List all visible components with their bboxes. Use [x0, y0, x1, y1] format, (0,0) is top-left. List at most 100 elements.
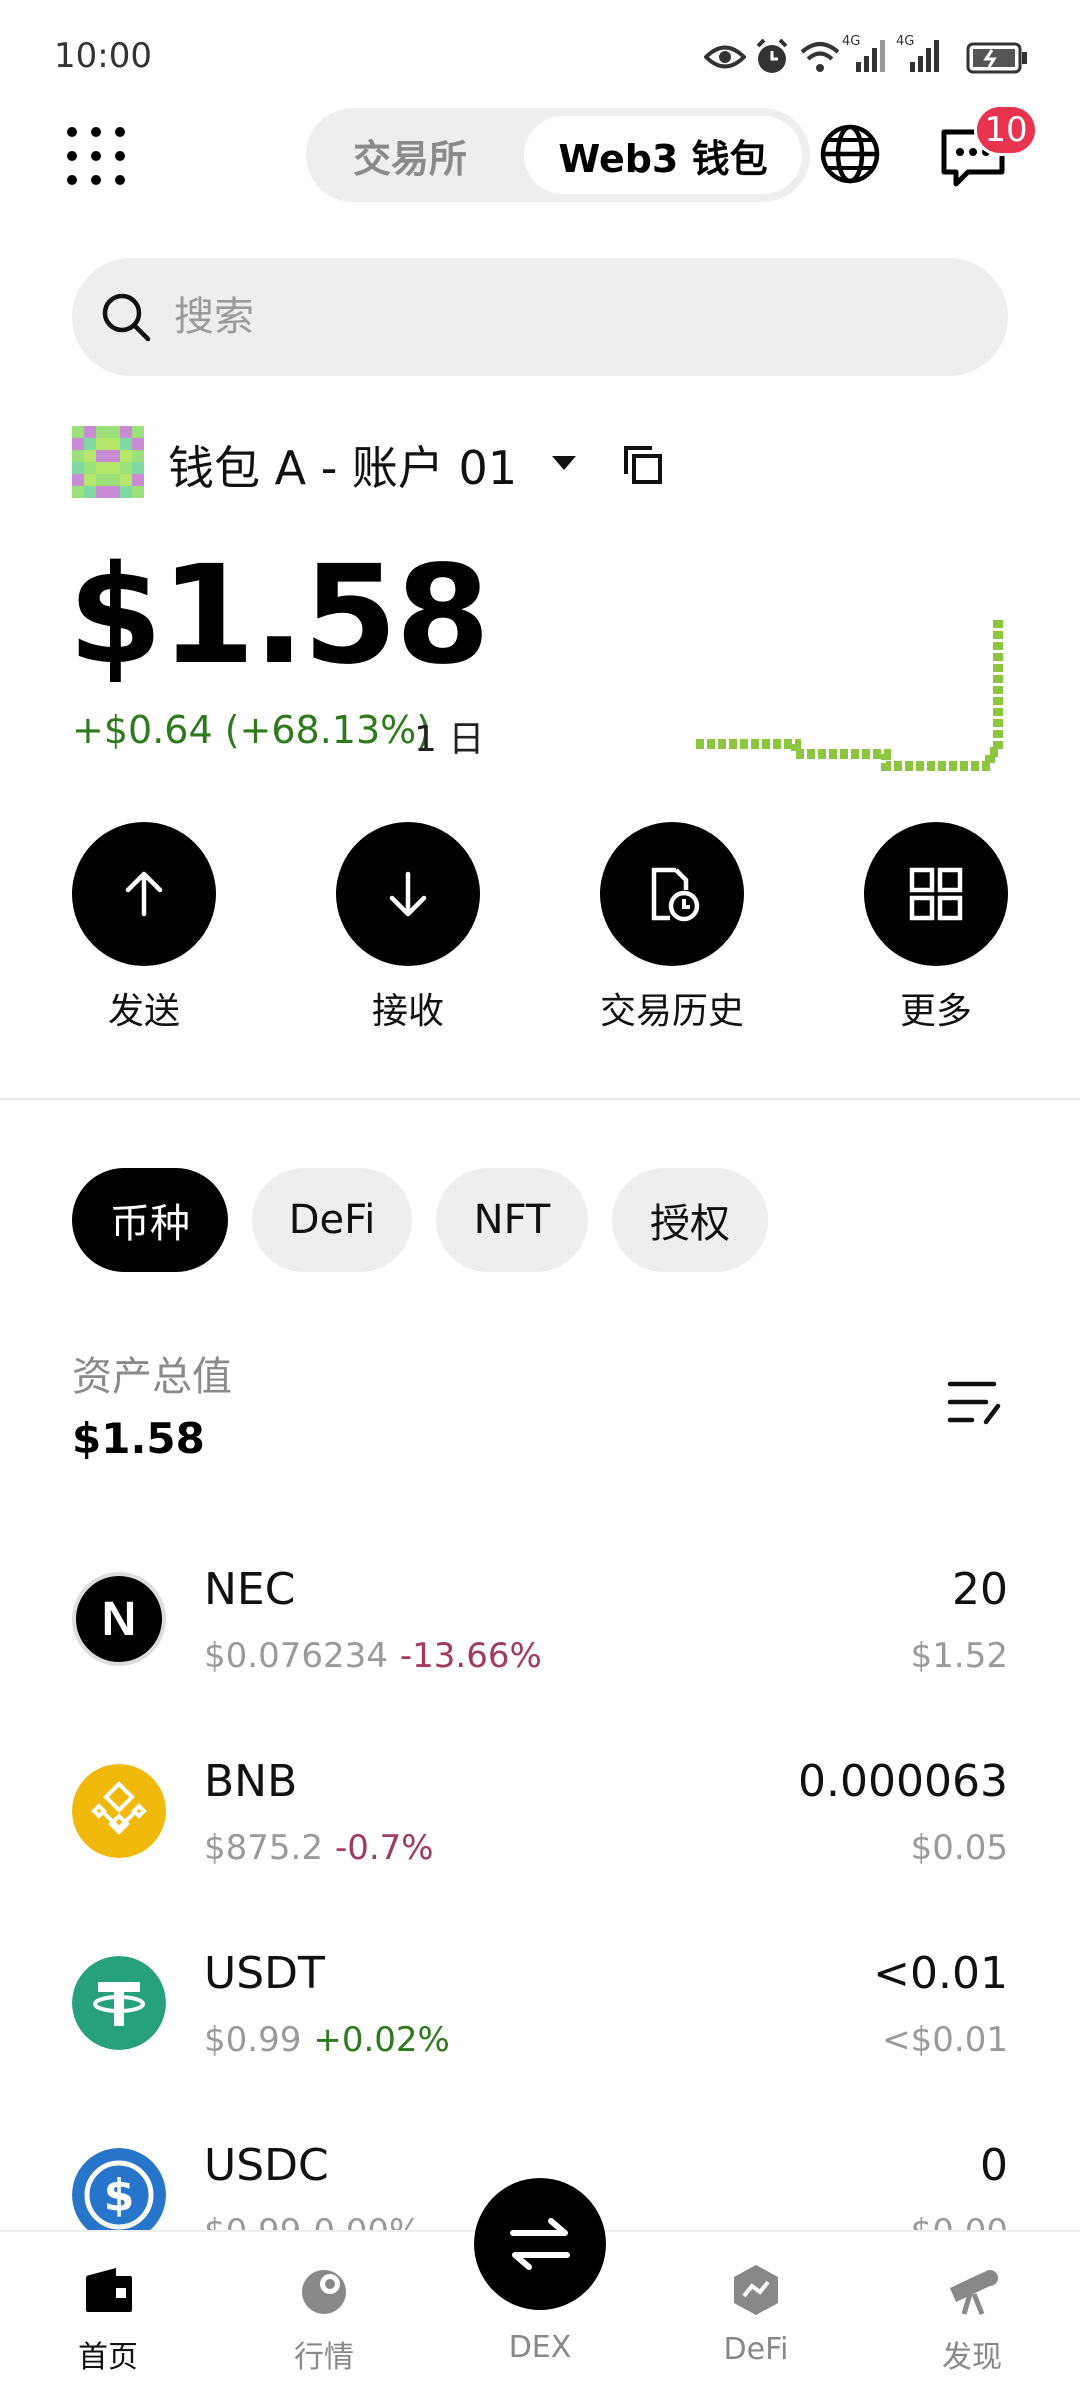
- avatar-pixel: [132, 450, 144, 462]
- send-button[interactable]: 发送: [44, 822, 244, 1034]
- send-label: 发送: [107, 991, 180, 1032]
- avatar-pixel: [120, 426, 132, 438]
- token-value: $0.05: [910, 1828, 1008, 1868]
- avatar-pixel: [132, 426, 144, 438]
- token-row[interactable]: N NEC $0.076234 -13.66% 20 $1.52: [0, 1532, 1080, 1702]
- nec-logo: N: [72, 1572, 166, 1666]
- avatar-pixel: [84, 450, 96, 462]
- avatar-pixel: [96, 438, 108, 450]
- total-assets-value: $1.58: [72, 1414, 205, 1463]
- token-amount: 0.000063: [798, 1756, 1008, 1807]
- wallet-balance: $1.58: [68, 537, 490, 695]
- nav-market-label: 行情: [294, 2340, 354, 2375]
- avatar-pixel: [108, 486, 120, 498]
- nav-discover-label: 发现: [942, 2340, 1002, 2375]
- avatar-pixel: [84, 474, 96, 486]
- token-value: <$0.01: [882, 2020, 1008, 2060]
- token-symbol: BNB: [204, 1756, 298, 1807]
- token-row[interactable]: USDT $0.99 +0.02% <0.01 <$0.01: [0, 1916, 1080, 2086]
- token-price: $875.2 -0.7%: [204, 1828, 434, 1868]
- history-label: 交易历史: [599, 991, 744, 1032]
- avatar-pixel: [84, 486, 96, 498]
- avatar-pixel: [96, 486, 108, 498]
- balance-sparkline: [696, 620, 1003, 771]
- dex-swap-button[interactable]: [474, 2178, 606, 2310]
- avatar-pixel: [96, 474, 108, 486]
- token-symbol: USDC: [204, 2140, 329, 2191]
- token-change: +0.02%: [313, 2020, 450, 2060]
- avatar-pixel: [84, 462, 96, 474]
- bnb-logo: [72, 1764, 166, 1858]
- avatar-pixel: [132, 474, 144, 486]
- chip-tokens[interactable]: 币种: [72, 1168, 228, 1272]
- eye-icon: [704, 45, 746, 69]
- alarm-icon: [756, 38, 788, 73]
- nav-dex-label: DEX: [508, 2330, 572, 2365]
- history-button[interactable]: 交易历史: [572, 822, 772, 1034]
- grid-icon: [909, 867, 963, 921]
- token-price: $0.076234 -13.66%: [204, 1636, 542, 1676]
- token-price-value: $0.076234: [204, 1636, 388, 1676]
- total-assets-label: 资产总值: [72, 1354, 232, 1400]
- avatar-pixel: [120, 462, 132, 474]
- receive-button[interactable]: 接收: [308, 822, 508, 1034]
- token-row[interactable]: BNB $875.2 -0.7% 0.000063 $0.05: [0, 1724, 1080, 1894]
- avatar-pixel: [72, 426, 84, 438]
- history-icon: [651, 867, 700, 922]
- token-price: $0.99 0.00%: [204, 2212, 421, 2230]
- token-amount: 0: [980, 2140, 1008, 2191]
- swap-icon: [510, 2218, 570, 2270]
- token-value: $1.52: [910, 1636, 1008, 1676]
- battery-icon: [966, 42, 1027, 74]
- market-icon: [302, 2270, 346, 2314]
- avatar-pixel: [108, 450, 120, 462]
- sort-filter-icon[interactable]: [946, 1378, 1002, 1428]
- copy-icon[interactable]: [622, 444, 664, 486]
- apps-menu-icon[interactable]: [64, 124, 128, 188]
- tab-web3-wallet[interactable]: Web3 钱包: [524, 116, 802, 194]
- avatar-pixel: [72, 462, 84, 474]
- token-value: $0.00: [911, 2212, 1008, 2230]
- avatar-pixel: [72, 438, 84, 450]
- nav-discover[interactable]: 发现: [892, 2262, 1052, 2376]
- nav-home[interactable]: 首页: [28, 2262, 188, 2376]
- token-change: -0.7%: [334, 1828, 434, 1868]
- chip-approvals[interactable]: 授权: [612, 1168, 768, 1272]
- section-divider: [0, 1098, 1080, 1100]
- chip-nft[interactable]: NFT: [436, 1168, 588, 1272]
- nav-defi[interactable]: DeFi: [676, 2262, 836, 2367]
- defi-icon: [734, 2265, 778, 2315]
- avatar-pixel: [84, 426, 96, 438]
- globe-icon[interactable]: [818, 122, 882, 186]
- status-bar: 10:00 4G 4G: [0, 0, 1080, 110]
- search-bar[interactable]: [72, 258, 1008, 376]
- avatar-pixel: [120, 450, 132, 462]
- avatar-pixel: [132, 486, 144, 498]
- wallet-icon: [86, 2268, 132, 2312]
- arrow-down-icon: [389, 871, 427, 917]
- wallet-avatar[interactable]: [72, 426, 144, 498]
- nav-defi-label: DeFi: [723, 2332, 789, 2367]
- svg-text:$: $: [104, 2170, 135, 2221]
- signal-1-icon: 4G: [842, 34, 888, 74]
- avatar-pixel: [96, 462, 108, 474]
- token-price: $0.99 +0.02%: [204, 2020, 450, 2060]
- change-period[interactable]: 1 日: [414, 710, 484, 762]
- token-change: 0.00%: [313, 2212, 421, 2230]
- nav-market[interactable]: 行情: [244, 2262, 404, 2376]
- usdc-logo: $: [72, 2148, 166, 2230]
- chip-defi[interactable]: DeFi: [252, 1168, 412, 1272]
- notification-badge: 10: [974, 104, 1038, 156]
- tab-exchange[interactable]: 交易所: [306, 108, 514, 202]
- avatar-pixel: [72, 474, 84, 486]
- net1-label: 4G: [842, 34, 861, 49]
- chevron-down-icon[interactable]: [552, 456, 576, 470]
- nav-home-label: 首页: [78, 2340, 138, 2375]
- token-price-value: $0.99: [204, 2212, 301, 2230]
- avatar-pixel: [84, 438, 96, 450]
- discover-icon: [950, 2270, 998, 2315]
- search-input[interactable]: [174, 258, 974, 376]
- more-button[interactable]: 更多: [836, 822, 1036, 1034]
- avatar-pixel: [120, 486, 132, 498]
- wallet-name[interactable]: 钱包 A - 账户 01: [168, 432, 517, 498]
